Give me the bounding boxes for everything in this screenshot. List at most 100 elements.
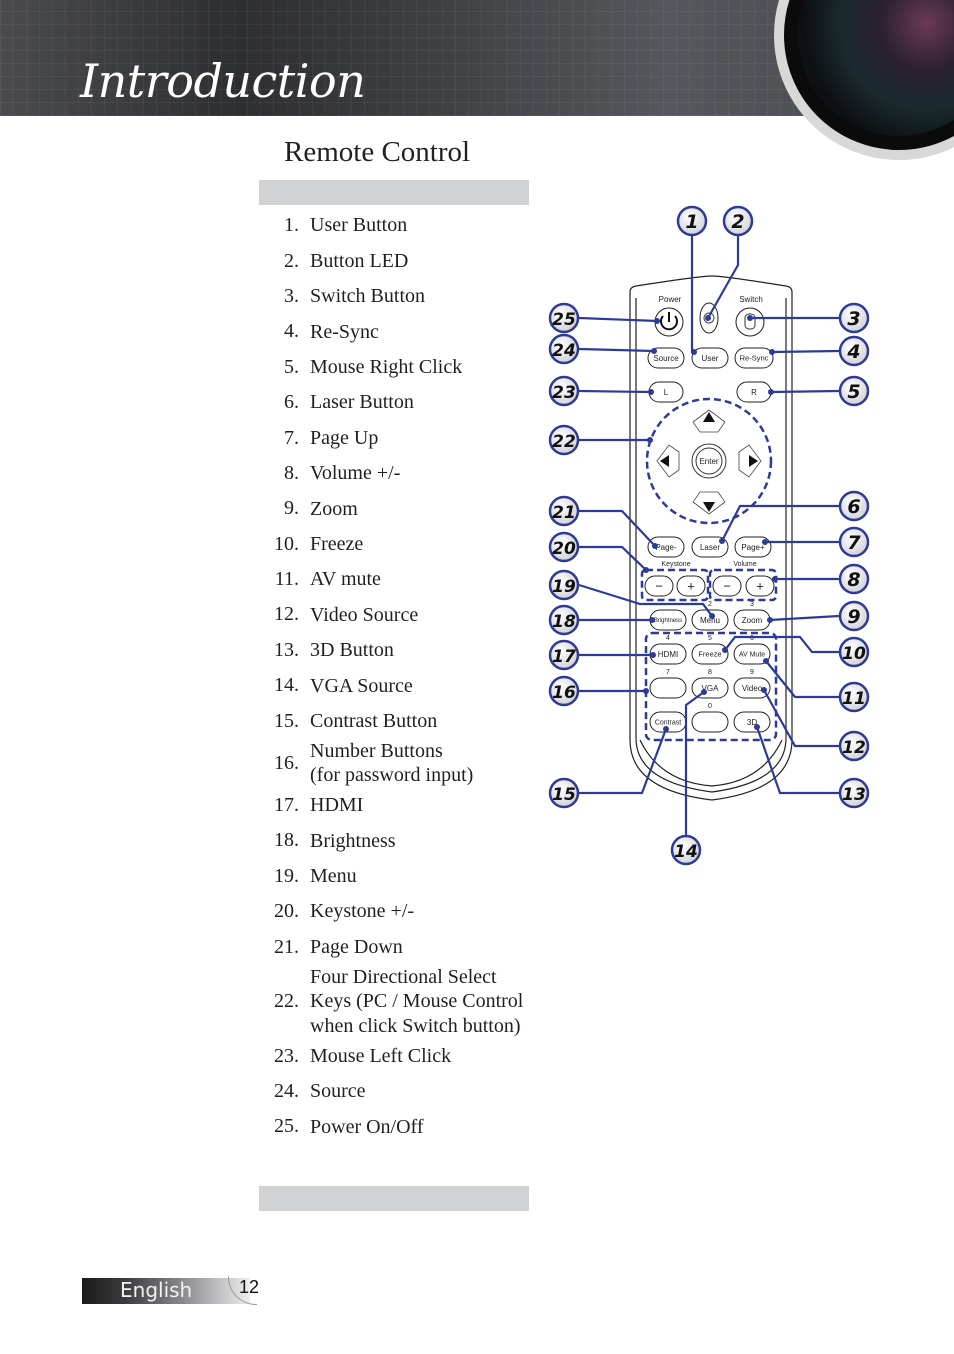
keystone-minus-button: − bbox=[644, 575, 674, 597]
list-item: 13. 3D Button bbox=[259, 633, 529, 668]
digit-7: 7 bbox=[666, 669, 670, 676]
item-number: 11. bbox=[274, 568, 299, 591]
item-label: Laser Button bbox=[310, 391, 414, 414]
item-label: Four Directional Select Keys (PC / Mouse… bbox=[310, 965, 524, 1037]
mouse-left-button-label: L bbox=[664, 388, 669, 397]
list-item: 5. Mouse Right Click bbox=[259, 350, 529, 385]
brightness-button: Brightness bbox=[649, 609, 687, 631]
list-item: 15. Contrast Button bbox=[259, 703, 529, 738]
digit-2: 2 bbox=[708, 601, 712, 608]
leader-dot bbox=[647, 437, 653, 443]
item-label: Switch Button bbox=[310, 285, 426, 308]
item-number: 9. bbox=[284, 497, 299, 520]
item-number: 19. bbox=[274, 864, 299, 887]
right-key bbox=[738, 444, 762, 478]
leader-dot bbox=[763, 658, 769, 664]
leader-line bbox=[721, 504, 839, 542]
item-number: 23. bbox=[274, 1044, 299, 1067]
list-item: 23. Mouse Left Click bbox=[259, 1038, 529, 1073]
callout-number: 19 bbox=[552, 577, 576, 597]
item-number: 1. bbox=[284, 214, 299, 237]
leader-dot bbox=[663, 726, 669, 732]
header-banner: Introduction bbox=[0, 0, 954, 160]
digit-5: 5 bbox=[708, 635, 712, 642]
item-number: 10. bbox=[274, 532, 299, 555]
callout-number: 15 bbox=[552, 785, 576, 805]
leader-dot bbox=[719, 538, 725, 544]
leader-dot bbox=[705, 315, 711, 321]
callout-number: 17 bbox=[552, 647, 576, 667]
leader-dot bbox=[652, 543, 658, 549]
callout-number: 10 bbox=[842, 644, 866, 664]
leader-dot bbox=[701, 689, 707, 695]
callout-7: 7 bbox=[762, 526, 870, 558]
item-label: Mouse Right Click bbox=[310, 356, 463, 378]
list-item: 10. Freeze bbox=[259, 527, 529, 562]
page-number: 12 bbox=[239, 1277, 260, 1297]
item-label: Contrast Button bbox=[310, 709, 438, 732]
leader-line bbox=[755, 726, 839, 795]
number-0-button bbox=[691, 711, 729, 733]
leader-dot bbox=[747, 315, 753, 321]
volume-minus-button-label: − bbox=[723, 579, 731, 594]
switch-button bbox=[735, 307, 765, 337]
item-label: Button LED bbox=[310, 249, 409, 272]
leader-line bbox=[578, 389, 652, 394]
list-item: 12. Video Source bbox=[259, 597, 529, 632]
item-number: 8. bbox=[284, 461, 299, 484]
item-number: 12. bbox=[274, 603, 299, 626]
callout-3: 3 bbox=[747, 302, 870, 334]
list-item: 19. Menu bbox=[259, 859, 529, 894]
item-number: 7. bbox=[284, 426, 299, 449]
switch-caption: Switch bbox=[739, 295, 763, 304]
digit-0: 0 bbox=[708, 703, 712, 710]
user-button-label: User bbox=[702, 354, 719, 363]
item-number: 20. bbox=[274, 900, 299, 923]
item-label: Number Buttons (for password input) bbox=[310, 739, 474, 787]
item-label: Video Source bbox=[310, 603, 419, 626]
remote-control-diagram: Power Switch Source User Re-Sync L R Enter Page-… bbox=[548, 205, 870, 866]
section-title: Remote Control bbox=[284, 136, 471, 168]
item-label: Page Up bbox=[310, 426, 379, 449]
digit-9: 9 bbox=[750, 669, 754, 676]
callout-16: 16 bbox=[548, 675, 649, 707]
list-item: 16. Number Buttons (for password input) bbox=[259, 739, 529, 788]
leader-line bbox=[769, 614, 840, 622]
item-label: Mouse Left Click bbox=[310, 1044, 452, 1067]
item-label: Page Down bbox=[310, 935, 403, 958]
item-label: Menu bbox=[310, 865, 357, 888]
callout-1: 1 bbox=[676, 205, 708, 355]
list-item: 22. Four Directional Select Keys (PC / Mo… bbox=[259, 965, 529, 1039]
list-item: 18. Brightness bbox=[259, 823, 529, 858]
number-7-button bbox=[649, 677, 687, 699]
callout-17: 17 bbox=[548, 639, 656, 671]
leader-dot bbox=[691, 349, 697, 355]
list-item: 2. Button LED bbox=[259, 243, 529, 278]
leader-dot bbox=[654, 318, 660, 324]
leader-dot bbox=[722, 647, 728, 653]
callout-number: 6 bbox=[847, 496, 860, 518]
callout-9: 9 bbox=[767, 600, 870, 632]
page-down-button-label: Page- bbox=[655, 543, 677, 552]
callout-number: 23 bbox=[552, 383, 576, 403]
hdmi-button-label: HDMI bbox=[658, 650, 678, 659]
leader-line bbox=[770, 389, 840, 394]
list-item: 25. Power On/Off bbox=[259, 1109, 529, 1144]
callout-number: 24 bbox=[552, 341, 576, 361]
footer-language: English bbox=[120, 1278, 193, 1302]
list-item: 9. Zoom bbox=[259, 491, 529, 526]
feature-list: 1. User Button 2. Button LED 3. Switch Button… bbox=[259, 208, 529, 1144]
mouse-left-button: L bbox=[648, 381, 684, 403]
item-label: HDMI bbox=[310, 794, 364, 817]
resync-button: Re-Sync bbox=[734, 347, 774, 369]
user-button: User bbox=[691, 347, 729, 369]
callout-15: 15 bbox=[548, 726, 669, 809]
3d-button: 3D bbox=[733, 711, 771, 733]
projector-lens-image bbox=[774, 0, 954, 160]
leader-dot bbox=[754, 724, 760, 730]
digit-3: 3 bbox=[750, 601, 754, 608]
vga-button: VGA bbox=[691, 677, 729, 699]
callout-24: 24 bbox=[548, 333, 657, 365]
item-number: 18. bbox=[274, 829, 299, 852]
leader-dot bbox=[761, 687, 767, 693]
